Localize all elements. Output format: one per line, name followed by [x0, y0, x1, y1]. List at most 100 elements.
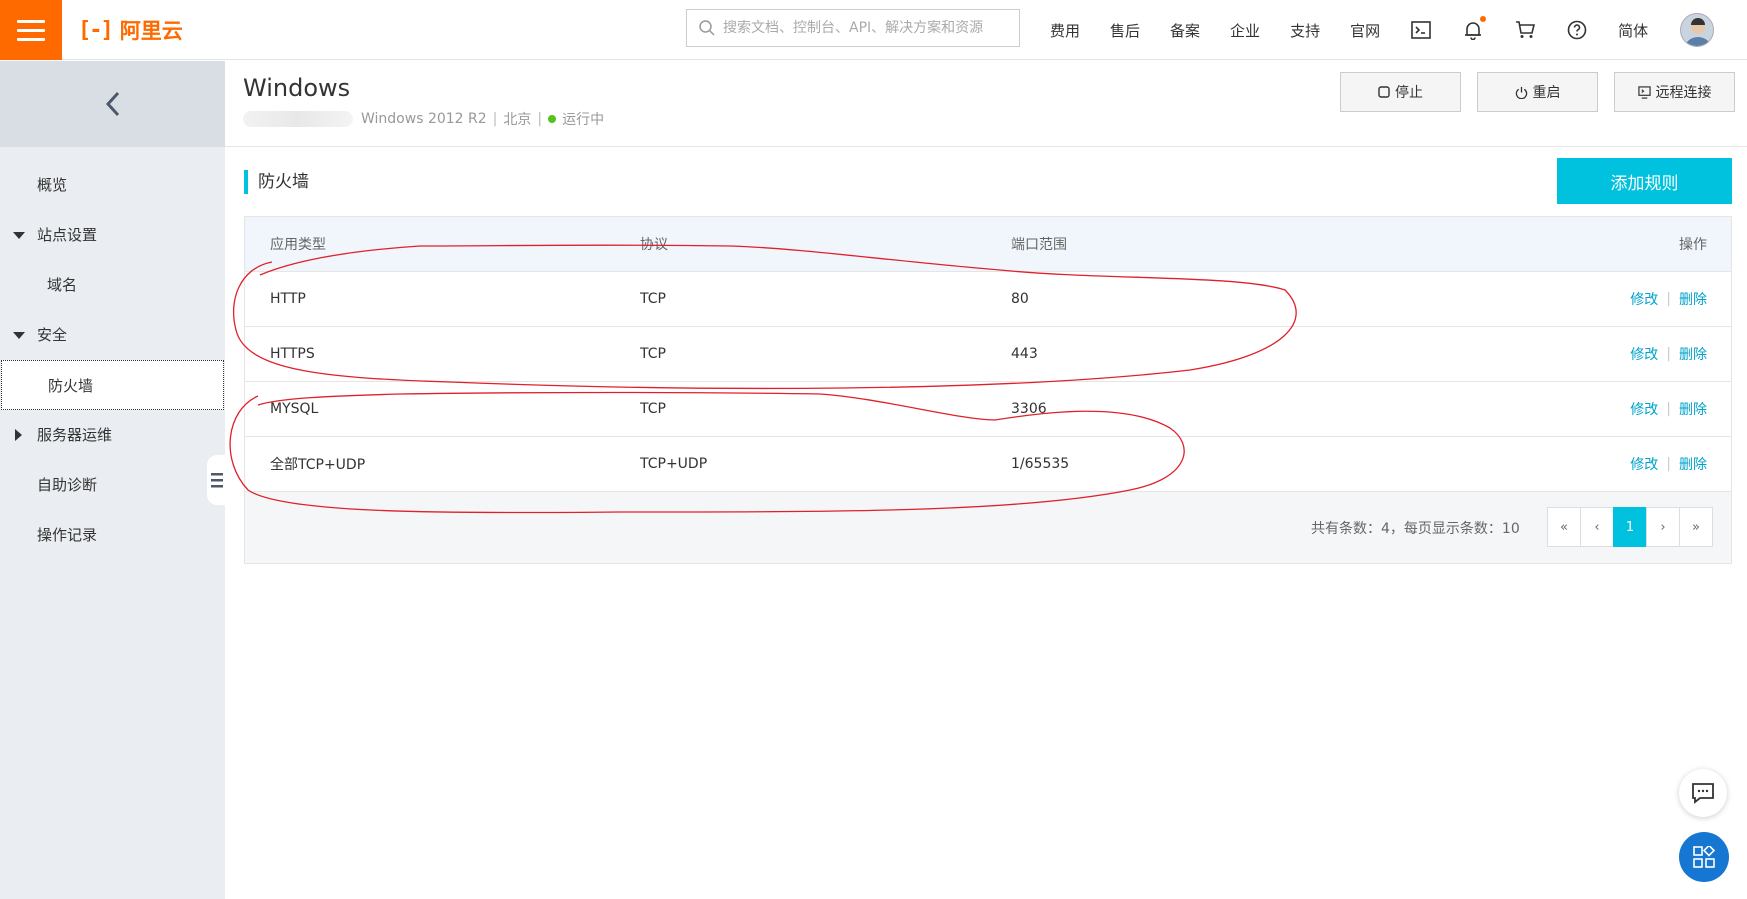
- sidebar-back-button[interactable]: [0, 61, 225, 147]
- status-dot-icon: [548, 115, 557, 123]
- divider: |: [1666, 291, 1671, 307]
- nav-icp[interactable]: 备案: [1170, 20, 1200, 41]
- redacted-ip: [243, 111, 353, 127]
- remote-connect-button[interactable]: 远程连接: [1614, 72, 1735, 112]
- terminal-icon[interactable]: [1410, 19, 1432, 41]
- sidebar-item-label: 安全: [37, 326, 68, 344]
- cell-port-range: 1/65535: [1011, 456, 1070, 472]
- cell-actions: 修改 | 删除: [1630, 454, 1707, 474]
- sidebar-item-site-settings[interactable]: 站点设置: [0, 210, 225, 260]
- last-page-button[interactable]: »: [1679, 507, 1713, 547]
- instance-header: Windows Windows 2012 R2 | 北京 | 运行中 停止 重启…: [225, 61, 1747, 147]
- sidebar: 概览 站点设置 域名 安全 防火墙 服务器运维 自助诊断 操作记录: [0, 61, 225, 899]
- next-page-button[interactable]: ›: [1646, 507, 1680, 547]
- column-header-protocol: 协议: [640, 237, 668, 253]
- firewall-rules-table: 应用类型 协议 端口范围 操作 HTTP TCP 80 修改 | 删除 HTTPS …: [244, 216, 1732, 564]
- cell-port-range: 3306: [1011, 401, 1047, 417]
- stop-icon: [1378, 86, 1390, 98]
- language-switch[interactable]: 简体: [1618, 20, 1648, 41]
- delete-link[interactable]: 删除: [1679, 399, 1707, 419]
- sidebar-item-self-diagnosis[interactable]: 自助诊断: [0, 460, 225, 510]
- nav-official-site[interactable]: 官网: [1350, 20, 1380, 41]
- divider: |: [1666, 401, 1671, 417]
- user-avatar[interactable]: [1680, 13, 1715, 47]
- caret-down-icon: [13, 332, 25, 339]
- restart-button-label: 重启: [1532, 85, 1561, 101]
- menu-bar: [17, 37, 45, 41]
- sidebar-item-label: 概览: [37, 176, 68, 194]
- table-row: 全部TCP+UDP TCP+UDP 1/65535 修改 | 删除: [245, 437, 1731, 492]
- table-row: HTTP TCP 80 修改 | 删除: [245, 272, 1731, 327]
- cart-icon[interactable]: [1514, 19, 1536, 41]
- cell-protocol: TCP: [640, 401, 666, 417]
- instance-meta: Windows 2012 R2 | 北京 | 运行中: [243, 109, 604, 129]
- search-icon: [699, 20, 715, 36]
- cell-actions: 修改 | 删除: [1630, 344, 1707, 364]
- restart-button[interactable]: 重启: [1477, 72, 1598, 112]
- top-nav: 费用 售后 备案 企业 支持 官网 简体: [1050, 0, 1715, 60]
- instance-status: 运行中: [562, 112, 605, 128]
- edit-link[interactable]: 修改: [1630, 289, 1658, 309]
- add-rule-button[interactable]: 添加规则: [1557, 158, 1732, 204]
- hamburger-menu-button[interactable]: [0, 0, 62, 60]
- instance-region: 北京: [503, 112, 532, 128]
- delete-link[interactable]: 删除: [1679, 454, 1707, 474]
- search-box[interactable]: [686, 9, 1020, 47]
- stop-button-label: 停止: [1395, 85, 1423, 101]
- sidebar-item-label: 域名: [47, 276, 78, 294]
- sidebar-item-security[interactable]: 安全: [0, 310, 225, 360]
- aliyun-logo[interactable]: [-] 阿里云: [78, 16, 183, 44]
- nav-enterprise[interactable]: 企业: [1230, 20, 1260, 41]
- divider: |: [492, 111, 498, 127]
- table-header-row: 应用类型 协议 端口范围 操作: [245, 217, 1731, 272]
- cell-protocol: TCP: [640, 346, 666, 362]
- instance-title: Windows: [243, 74, 351, 102]
- pagination-info: 共有条数：4，每页显示条数：10: [1311, 521, 1520, 537]
- edit-link[interactable]: 修改: [1630, 454, 1658, 474]
- divider: |: [537, 111, 543, 127]
- cell-actions: 修改 | 删除: [1630, 289, 1707, 309]
- cell-port-range: 443: [1011, 346, 1038, 362]
- search-input[interactable]: [723, 10, 1019, 46]
- sidebar-item-server-ops[interactable]: 服务器运维: [0, 410, 225, 460]
- sidebar-item-overview[interactable]: 概览: [0, 160, 225, 210]
- chat-button[interactable]: [1679, 769, 1727, 817]
- edit-link[interactable]: 修改: [1630, 399, 1658, 419]
- bell-icon[interactable]: [1462, 16, 1487, 41]
- sidebar-collapse-handle[interactable]: [207, 455, 227, 505]
- divider: |: [1666, 346, 1671, 362]
- logo-mark-icon: [-]: [78, 17, 114, 43]
- menu-bar: [17, 19, 45, 23]
- cell-port-range: 80: [1011, 291, 1029, 307]
- nav-support[interactable]: 支持: [1290, 20, 1320, 41]
- cell-protocol: TCP: [640, 291, 666, 307]
- power-icon: [1515, 86, 1527, 99]
- delete-link[interactable]: 删除: [1679, 289, 1707, 309]
- nav-billing[interactable]: 费用: [1050, 20, 1080, 41]
- help-icon[interactable]: [1566, 19, 1588, 41]
- chevron-left-icon: [105, 91, 119, 117]
- cell-app-type: HTTP: [270, 291, 306, 307]
- pagination: « ‹ 1 › »: [1547, 507, 1713, 547]
- caret-right-icon: [15, 429, 22, 441]
- apps-grid-icon: [1693, 846, 1715, 868]
- nav-aftersales[interactable]: 售后: [1110, 20, 1140, 41]
- sidebar-item-label: 站点设置: [37, 226, 98, 244]
- sidebar-item-firewall[interactable]: 防火墙: [1, 360, 224, 410]
- edit-link[interactable]: 修改: [1630, 344, 1658, 364]
- column-header-actions: 操作: [1679, 237, 1707, 253]
- logo-text: 阿里云: [119, 19, 183, 43]
- first-page-button[interactable]: «: [1547, 507, 1581, 547]
- apps-button[interactable]: [1679, 832, 1729, 882]
- prev-page-button[interactable]: ‹: [1580, 507, 1614, 547]
- sidebar-item-label: 防火墙: [48, 377, 94, 395]
- sidebar-item-operation-log[interactable]: 操作记录: [0, 510, 225, 560]
- stop-button[interactable]: 停止: [1340, 72, 1461, 112]
- cell-app-type: MYSQL: [270, 401, 319, 417]
- current-page-button[interactable]: 1: [1613, 507, 1647, 547]
- sidebar-item-domain[interactable]: 域名: [0, 260, 225, 310]
- remote-connect-label: 远程连接: [1655, 85, 1712, 101]
- column-header-port-range: 端口范围: [1011, 237, 1067, 253]
- divider: |: [1666, 456, 1671, 472]
- delete-link[interactable]: 删除: [1679, 344, 1707, 364]
